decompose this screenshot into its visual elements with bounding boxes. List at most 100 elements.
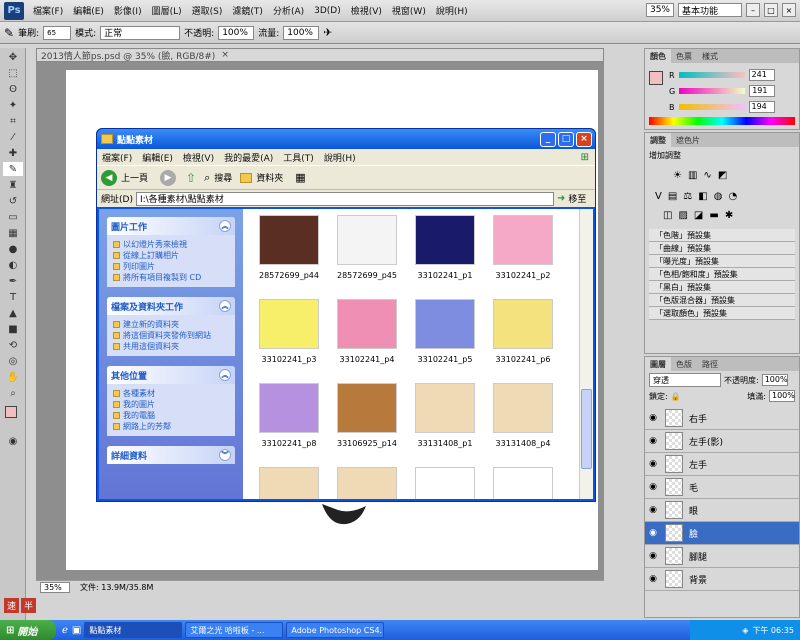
channel-mixer-icon[interactable]: ◔ [728, 191, 737, 202]
tab-paths[interactable]: 路徑 [697, 357, 723, 371]
file-tasks-header[interactable]: 檔案及資料夾工作 ︽ [107, 297, 235, 315]
chevron-up-icon[interactable]: ︽ [219, 300, 231, 312]
magic-wand-icon[interactable]: ✦ [3, 98, 23, 112]
lasso-tool-icon[interactable]: ʘ [3, 82, 23, 96]
exposure-icon[interactable]: ◩ [718, 170, 727, 181]
file-item[interactable]: 33106925_p14 [327, 383, 407, 448]
eye-icon[interactable]: ◉ [645, 459, 661, 469]
back-arrow-icon[interactable]: ◀ [101, 169, 117, 186]
color-spectrum-bar[interactable] [649, 117, 795, 125]
chevron-up-icon[interactable]: ︽ [219, 220, 231, 232]
blend-mode-select[interactable]: 穿透 [649, 373, 721, 387]
gradient-map-icon[interactable]: ▬ [709, 210, 718, 221]
red-value[interactable]: 241 [748, 69, 775, 81]
go-button[interactable]: 移至 [568, 192, 586, 205]
vibrance-icon[interactable]: V [655, 191, 662, 202]
menu-view[interactable]: 檢視(V) [346, 4, 387, 17]
task-browser[interactable]: 艾爾之光 哈啦板 - ... [185, 622, 284, 638]
task-link[interactable]: 列印圖片 [113, 261, 229, 272]
task-link[interactable]: 以幻燈片秀來檢視 [113, 239, 229, 250]
tab-adjustments[interactable]: 調整 [645, 133, 671, 147]
exp-menu-help[interactable]: 說明(H) [319, 151, 361, 164]
move-tool-icon[interactable]: ✥ [3, 50, 23, 64]
airbrush-icon[interactable]: ✈ [323, 26, 332, 39]
brush-tool-icon[interactable]: ✎ [3, 162, 23, 176]
file-item[interactable]: 33102241_p4 [327, 299, 407, 364]
exp-menu-file[interactable]: 檔案(F) [97, 151, 137, 164]
preset-channel-mixer[interactable]: 「色版混合器」預設集 [649, 294, 795, 307]
task-link[interactable]: 將所有項目複製到 CD [113, 272, 229, 283]
place-link[interactable]: 我的圖片 [113, 399, 229, 410]
shape-tool-icon[interactable]: ■ [3, 322, 23, 336]
tab-color[interactable]: 顏色 [645, 49, 671, 63]
eye-icon[interactable]: ◉ [645, 528, 661, 538]
layer-row[interactable]: ◉ 腳腿 [645, 545, 799, 568]
levels-icon[interactable]: ▥ [688, 170, 697, 181]
tab-masks[interactable]: 遮色片 [671, 133, 705, 147]
layer-opacity-input[interactable]: 100% [761, 374, 788, 386]
eye-icon[interactable]: ◉ [645, 482, 661, 492]
opacity-input[interactable]: 100% [218, 25, 255, 40]
chevron-up-icon[interactable]: ︽ [219, 369, 231, 381]
fill-input[interactable]: 100% [769, 390, 795, 402]
healing-tool-icon[interactable]: ✚ [3, 146, 23, 160]
preset-black-white[interactable]: 「黑白」預設集 [649, 281, 795, 294]
file-item-partial[interactable] [249, 467, 329, 499]
status-zoom[interactable]: 35% [40, 582, 70, 593]
gradient-tool-icon[interactable]: ▦ [3, 226, 23, 240]
file-item[interactable]: 33102241_p3 [249, 299, 329, 364]
exp-menu-tools[interactable]: 工具(T) [278, 151, 319, 164]
tab-channels[interactable]: 色版 [671, 357, 697, 371]
layer-row[interactable]: ◉ 右手 [645, 407, 799, 430]
posterize-icon[interactable]: ▨ [678, 210, 687, 221]
maximize-button[interactable]: □ [558, 131, 574, 147]
menu-filter[interactable]: 濾鏡(T) [227, 4, 268, 17]
place-link[interactable]: 網路上的芳鄰 [113, 421, 229, 432]
menu-file[interactable]: 檔案(F) [28, 4, 68, 17]
eye-icon[interactable]: ◉ [645, 505, 661, 515]
document-tab[interactable]: 2013情人節ps.psd @ 35% (臉, RGB/8#) × [36, 48, 604, 62]
layer-row[interactable]: ◉ 眼 [645, 499, 799, 522]
file-item[interactable]: 33102241_p8 [249, 383, 329, 448]
forward-arrow-icon[interactable]: ▶ [160, 169, 177, 186]
maximize-icon[interactable]: □ [764, 3, 778, 17]
task-link[interactable]: 建立新的資料夾 [113, 319, 229, 330]
minimize-icon[interactable]: – [746, 3, 760, 17]
zoom-tool-icon[interactable]: ⌕ [3, 386, 23, 400]
color-swatch-preview[interactable] [649, 71, 663, 85]
blue-value[interactable]: 194 [748, 101, 775, 113]
task-link[interactable]: 將這個資料夾發佈到網站 [113, 330, 229, 341]
menu-analysis[interactable]: 分析(A) [268, 4, 309, 17]
chevron-down-icon[interactable]: ︾ [219, 449, 231, 461]
eraser-tool-icon[interactable]: ▭ [3, 210, 23, 224]
task-link[interactable]: 共用這個資料夾 [113, 341, 229, 352]
brush-tool-icon[interactable]: ✎ [4, 26, 14, 40]
hand-tool-icon[interactable]: ✋ [3, 370, 23, 384]
curves-icon[interactable]: ∿ [703, 170, 711, 181]
3d-rotate-icon[interactable]: ⟲ [3, 338, 23, 352]
file-item[interactable]: 33102241_p1 [405, 215, 485, 280]
eye-icon[interactable]: ◉ [645, 413, 661, 423]
explorer-titlebar[interactable]: 點點素材 _ □ × [97, 129, 595, 149]
eye-icon[interactable]: ◉ [645, 574, 661, 584]
views-icon[interactable]: ▦ [295, 171, 305, 184]
dodge-tool-icon[interactable]: ◐ [3, 258, 23, 272]
layer-row[interactable]: ◉ 背景 [645, 568, 799, 591]
stamp-tool-icon[interactable]: ♜ [3, 178, 23, 192]
blur-tool-icon[interactable]: ● [3, 242, 23, 256]
folders-icon[interactable] [240, 172, 253, 183]
exp-menu-view[interactable]: 檢視(V) [178, 151, 219, 164]
selective-color-icon[interactable]: ✱ [725, 210, 733, 221]
quicklaunch-ie-icon[interactable]: ℯ [62, 625, 68, 636]
ime-label-2[interactable]: 半 [21, 598, 37, 613]
history-brush-icon[interactable]: ↺ [3, 194, 23, 208]
task-link[interactable]: 從線上訂購相片 [113, 250, 229, 261]
green-slider[interactable] [679, 88, 746, 94]
crop-tool-icon[interactable]: ⌗ [3, 114, 23, 128]
menu-image[interactable]: 影像(I) [109, 4, 147, 17]
picture-tasks-header[interactable]: 圖片工作 ︽ [107, 217, 235, 235]
file-item[interactable]: 28572699_p45 [327, 215, 407, 280]
exp-menu-favorites[interactable]: 我的最愛(A) [219, 151, 278, 164]
place-link[interactable]: 我的電腦 [113, 410, 229, 421]
explorer-scrollbar[interactable] [579, 209, 593, 499]
